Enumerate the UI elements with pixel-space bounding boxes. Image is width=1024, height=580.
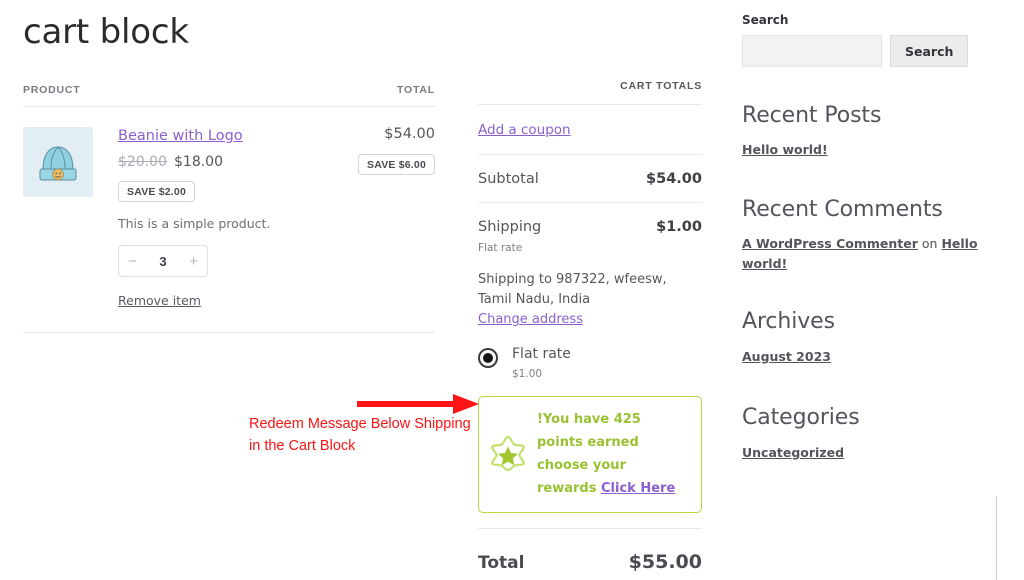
rewards-message-text: !You have 425 points earned choose your … bbox=[527, 409, 687, 500]
category-link[interactable]: Uncategorized bbox=[742, 445, 844, 460]
radio-selected-icon[interactable] bbox=[478, 348, 498, 369]
archives-heading: Archives bbox=[742, 308, 835, 334]
page-edge-divider bbox=[996, 496, 997, 580]
cart-totals-column: CART TOTALS Add a coupon Subtotal $54.00… bbox=[478, 0, 702, 580]
quantity-increase-button[interactable]: + bbox=[189, 254, 198, 269]
page-root: cart block PRODUCT TOTAL Beanie with Log… bbox=[0, 0, 1024, 580]
cart-line-item: Beanie with Logo $20.00 $18.00 SAVE $2.00… bbox=[23, 107, 435, 334]
comment-on-text: on bbox=[917, 235, 942, 251]
product-price-line: $20.00 $18.00 bbox=[118, 154, 339, 170]
product-line-total: $54.00 bbox=[384, 126, 435, 143]
cart-totals-heading: CART TOTALS bbox=[478, 0, 702, 105]
rewards-redeem-message: !You have 425 points earned choose your … bbox=[478, 396, 702, 514]
recent-posts-heading: Recent Posts bbox=[742, 103, 882, 128]
cart-column: cart block PRODUCT TOTAL Beanie with Log… bbox=[23, 0, 435, 334]
shipping-option-text: Flat rate $1.00 bbox=[498, 345, 571, 381]
order-total-label: Total bbox=[478, 553, 525, 574]
recent-post-link[interactable]: Hello world! bbox=[742, 142, 828, 157]
order-total-row: Total $55.00 bbox=[478, 529, 702, 573]
product-save-badge: SAVE $2.00 bbox=[118, 181, 196, 203]
page-title: cart block bbox=[23, 12, 189, 52]
star-icon bbox=[489, 435, 527, 474]
product-price-original: $20.00 bbox=[118, 154, 167, 171]
rewards-click-here-link[interactable]: Click Here bbox=[601, 481, 675, 496]
archive-link[interactable]: August 2023 bbox=[742, 349, 831, 364]
sidebar: Search Search Recent Posts Hello world! … bbox=[742, 0, 992, 463]
column-header-total: TOTAL bbox=[396, 84, 435, 97]
annotation-label: Redeem Message Below Shipping in the Car… bbox=[249, 416, 471, 455]
remove-item-link[interactable]: Remove item bbox=[118, 293, 201, 308]
shipping-option-flat-rate[interactable]: Flat rate $1.00 bbox=[478, 345, 702, 380]
shipping-method-sub: Flat rate bbox=[478, 242, 523, 254]
change-address-link[interactable]: Change address bbox=[478, 312, 583, 327]
search-widget: Search bbox=[742, 35, 992, 67]
subtotal-block: Subtotal $54.00 bbox=[478, 155, 702, 203]
product-total-cell: $54.00 SAVE $6.00 bbox=[339, 126, 435, 310]
product-thumbnail[interactable] bbox=[23, 127, 93, 198]
shipping-block: Shipping $1.00 Flat rate Shipping to 987… bbox=[478, 203, 702, 528]
quantity-value[interactable]: 3 bbox=[159, 254, 166, 269]
product-details: Beanie with Logo $20.00 $18.00 SAVE $2.00… bbox=[93, 127, 339, 310]
cart-table-header: PRODUCT TOTAL bbox=[23, 84, 435, 108]
product-name-link[interactable]: Beanie with Logo bbox=[118, 128, 243, 145]
shipping-option-price: $1.00 bbox=[512, 368, 543, 381]
quantity-decrease-button[interactable]: − bbox=[128, 254, 137, 269]
shipping-value: $1.00 bbox=[656, 219, 702, 235]
coupon-block: Add a coupon bbox=[478, 105, 702, 155]
search-button[interactable]: Search bbox=[890, 35, 969, 67]
product-line-save-badge: SAVE $6.00 bbox=[357, 154, 435, 176]
shipping-address-text: Shipping to 987322, wfeesw, Tamil Nadu, … bbox=[478, 272, 667, 308]
search-input[interactable] bbox=[742, 35, 882, 67]
search-widget-label: Search bbox=[742, 13, 789, 27]
product-price-current: $18.00 bbox=[174, 154, 223, 171]
subtotal-value: $54.00 bbox=[646, 171, 702, 187]
add-coupon-link[interactable]: Add a coupon bbox=[478, 122, 571, 138]
product-description: This is a simple product. bbox=[118, 216, 271, 232]
quantity-stepper[interactable]: − 3 + bbox=[118, 245, 208, 278]
comment-author-link[interactable]: A WordPress Commenter bbox=[742, 236, 918, 251]
shipping-option-name: Flat rate bbox=[512, 346, 571, 363]
subtotal-label: Subtotal bbox=[478, 171, 539, 187]
categories-heading: Categories bbox=[742, 404, 860, 430]
column-header-product: PRODUCT bbox=[23, 84, 81, 97]
recent-comments-heading: Recent Comments bbox=[742, 196, 943, 222]
order-total-value: $55.00 bbox=[628, 551, 702, 574]
shipping-label: Shipping bbox=[478, 219, 542, 235]
